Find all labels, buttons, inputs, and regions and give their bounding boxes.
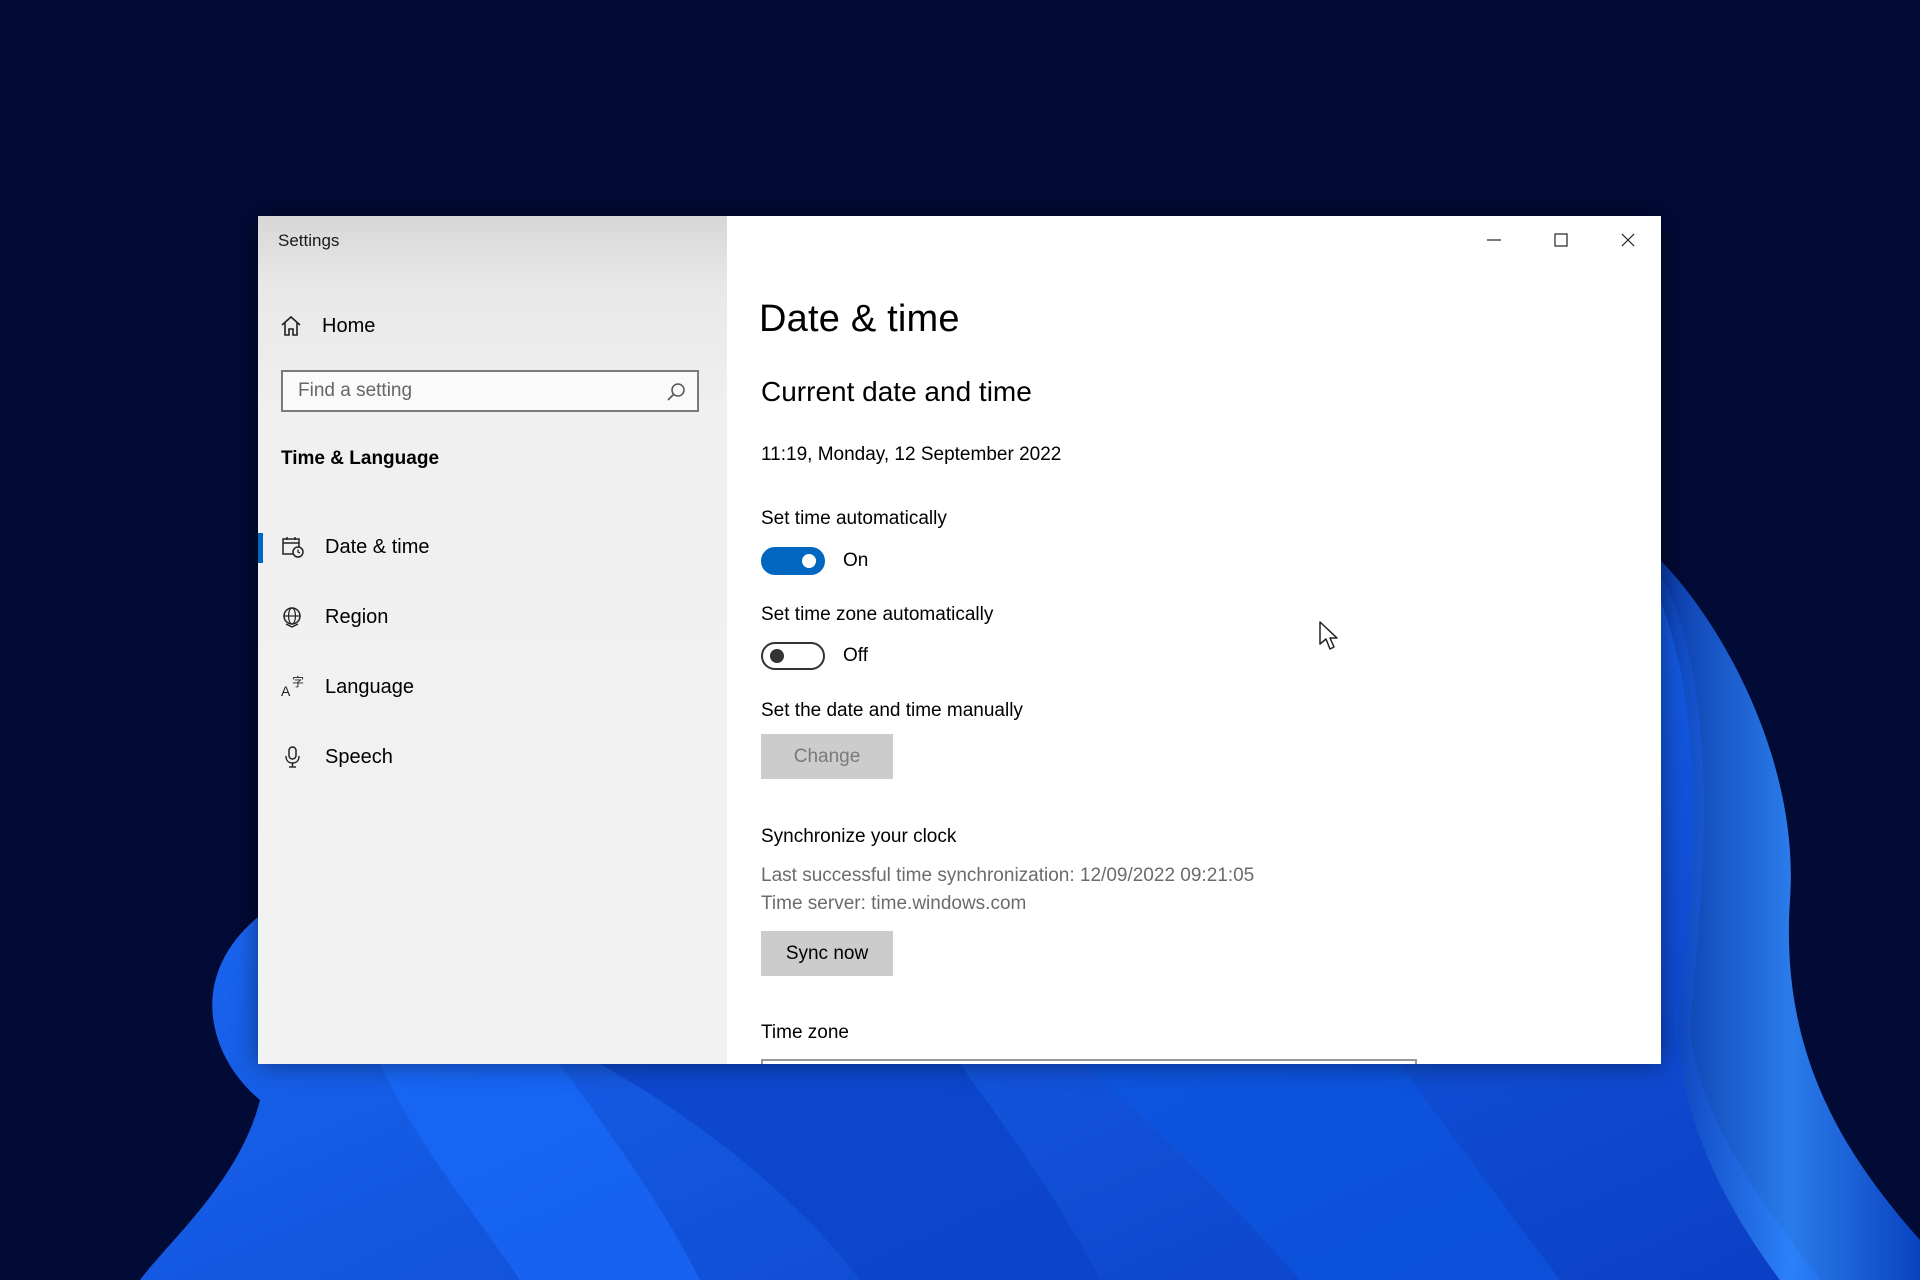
globe-icon xyxy=(280,604,306,630)
microphone-icon xyxy=(280,744,306,770)
home-label: Home xyxy=(322,314,376,337)
app-title: Settings xyxy=(278,231,340,250)
close-icon xyxy=(1621,233,1634,247)
time-zone-label: Time zone xyxy=(761,1022,849,1043)
sidebar-item-speech[interactable]: Speech xyxy=(258,729,727,785)
set-tz-auto-label: Set time zone automatically xyxy=(761,604,994,625)
current-datetime: 11:19, Monday, 12 September 2022 xyxy=(761,444,1062,465)
section-subtitle: Current date and time xyxy=(761,376,1032,407)
content-pane: Date & time Current date and time 11:19,… xyxy=(727,216,1661,1064)
toggle-knob xyxy=(802,554,816,568)
toggle-knob xyxy=(770,649,784,663)
search-icon[interactable] xyxy=(665,381,687,403)
home-nav-item[interactable]: Home xyxy=(278,309,375,343)
sidebar-item-label: Language xyxy=(325,675,414,698)
set-time-auto-row: On xyxy=(761,546,868,576)
search-box[interactable] xyxy=(281,370,699,412)
page-title: Date & time xyxy=(759,298,960,340)
sidebar-item-label: Region xyxy=(325,605,389,628)
time-server-text: Time server: time.windows.com xyxy=(761,893,1027,914)
set-time-auto-state: On xyxy=(843,550,869,571)
svg-text:A: A xyxy=(281,683,291,699)
mouse-cursor-icon xyxy=(1319,621,1338,650)
maximize-icon xyxy=(1553,233,1568,247)
set-time-auto-toggle[interactable] xyxy=(761,547,825,575)
manual-label: Set the date and time manually xyxy=(761,700,1023,721)
window-controls xyxy=(1460,216,1661,264)
svg-text:字: 字 xyxy=(292,675,304,689)
sync-now-button[interactable]: Sync now xyxy=(761,931,893,976)
search-input[interactable] xyxy=(283,372,660,410)
sidebar-item-language[interactable]: A字 Language xyxy=(258,659,727,715)
sidebar-item-date-time[interactable]: Date & time xyxy=(258,519,727,575)
sync-label: Synchronize your clock xyxy=(761,826,957,847)
set-tz-auto-toggle[interactable] xyxy=(761,642,825,670)
sidebar-item-label: Date & time xyxy=(325,535,430,558)
sidebar-item-label: Speech xyxy=(325,745,393,768)
change-button[interactable]: Change xyxy=(761,734,893,779)
minimize-button[interactable] xyxy=(1460,216,1527,264)
set-tz-auto-state: Off xyxy=(843,645,868,666)
sidebar-item-region[interactable]: Region xyxy=(258,589,727,645)
language-icon: A字 xyxy=(280,674,306,700)
calendar-clock-icon xyxy=(280,534,306,560)
desktop: Settings Home Time & Language Date & tim… xyxy=(0,0,1920,1280)
set-tz-auto-row: Off xyxy=(761,641,868,671)
maximize-button[interactable] xyxy=(1527,216,1594,264)
home-icon xyxy=(278,313,304,339)
settings-window: Settings Home Time & Language Date & tim… xyxy=(258,216,1661,1064)
last-sync-text: Last successful time synchronization: 12… xyxy=(761,865,1255,886)
sidebar: Settings Home Time & Language Date & tim… xyxy=(258,216,727,1064)
close-button[interactable] xyxy=(1594,216,1661,264)
section-title: Time & Language xyxy=(281,448,440,469)
time-zone-dropdown[interactable] xyxy=(761,1059,1417,1064)
set-time-auto-label: Set time automatically xyxy=(761,508,947,529)
minimize-icon xyxy=(1486,239,1501,241)
